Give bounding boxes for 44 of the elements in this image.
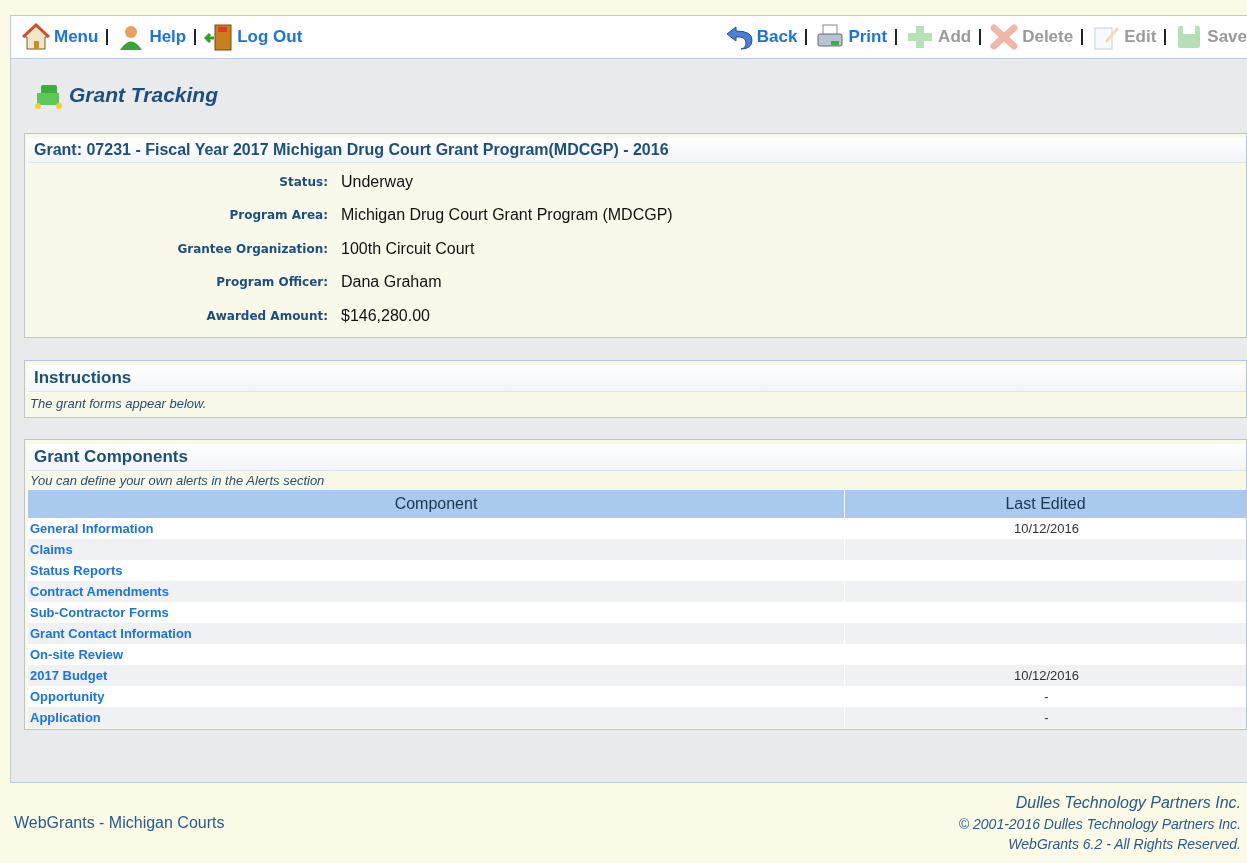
component-link[interactable]: Status Reports [30, 562, 123, 578]
component-link[interactable]: Grant Contact Information [30, 625, 192, 641]
instructions-text: The grant forms appear below. [29, 394, 208, 413]
field-value: 100th Circuit Court [341, 239, 476, 258]
cross-icon [989, 23, 1020, 51]
house-icon [21, 23, 51, 51]
footer-text: Dulles Technology Partners Inc. [1015, 794, 1241, 812]
field-label: Program Officer: [215, 275, 328, 290]
field-value: Dana Graham [341, 273, 443, 292]
component-link[interactable]: Opportunity [30, 688, 105, 704]
component-link[interactable]: Contract Amendments [30, 583, 169, 599]
footer-title: WebGrants - Michigan Courts [14, 814, 225, 832]
component-link[interactable]: General Information [30, 520, 154, 536]
field-label: Program Area: [228, 208, 328, 223]
table-cell: - [844, 685, 1246, 707]
toolbar-link[interactable]: Print [815, 23, 888, 51]
field-label: Status: [278, 174, 328, 189]
component-link[interactable]: Application [30, 709, 101, 725]
footer-text: © 2001-2016 Dulles Technology Partners Inc. [958, 816, 1241, 832]
component-link[interactable]: 2017 Budget [30, 667, 108, 683]
column-header: Component [28, 489, 844, 518]
field-label: Grantee Organization: [176, 241, 328, 256]
field-value: Michigan Drug Court Grant Program (MDCGP) [341, 206, 674, 225]
table-cell: 10/12/2016 [844, 664, 1246, 686]
toolbar-link[interactable]: Help [116, 23, 187, 51]
panel-heading: Grant: 07231 - Fiscal Year 2017 Michigan Drug Court Grant Program(MDCGP) - 2016 [28, 138, 1246, 163]
component-link[interactable]: Claims [30, 541, 73, 557]
field-value: Underway [341, 172, 415, 191]
footer-text: WebGrants 6.2 - All Rights Reserved. [1008, 836, 1241, 852]
field-label: Awarded Amount: [205, 308, 328, 323]
column-header: Last Edited [844, 489, 1246, 518]
toolbar-link[interactable]: Log Out [204, 23, 303, 51]
page-title: Grant Tracking [69, 83, 218, 107]
exit-door-icon [204, 23, 235, 51]
table-cell: - [844, 706, 1246, 728]
panel-heading: Instructions [28, 364, 1246, 392]
panel-heading: Grant Components [28, 443, 1246, 471]
component-link[interactable]: Sub-Contractor Forms [30, 604, 169, 620]
table-cell: 10/12/2016 [844, 517, 1246, 539]
toolbar-link[interactable]: Back [723, 23, 798, 51]
field-value: $146,280.00 [341, 306, 431, 325]
component-link[interactable]: On-site Review [30, 646, 124, 662]
alerts-note: You can define your own alerts in the Alerts section [29, 471, 326, 490]
toolbar-link[interactable]: Menu [21, 23, 99, 51]
